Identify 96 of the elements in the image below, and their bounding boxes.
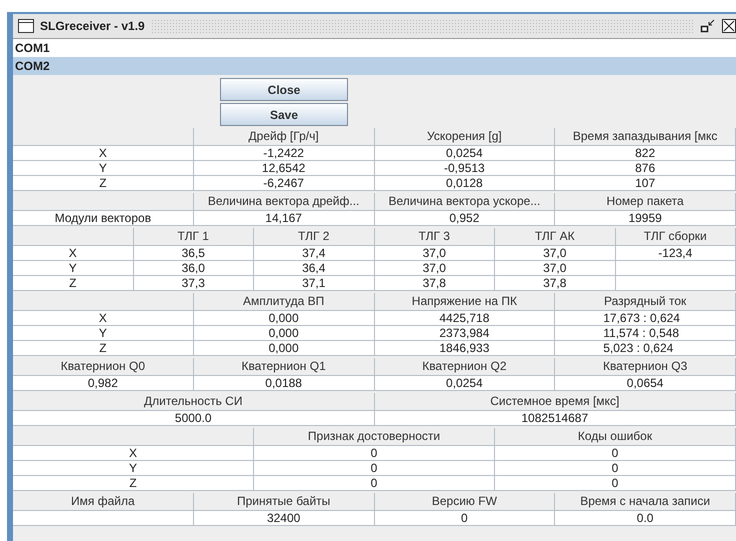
column-header: Напряжение на ПК <box>374 293 556 311</box>
table-cell: 0,000 <box>194 341 374 356</box>
table-cell: 0 <box>374 511 556 526</box>
column-header: Величина вектора дрейф... <box>194 193 374 211</box>
table-cell: 37,8 <box>495 276 616 291</box>
table-cell: 11,574 : 0,548 <box>555 326 736 341</box>
table-cell: 0,000 <box>194 311 374 326</box>
window-icon <box>18 19 34 33</box>
table-cell: Z <box>13 341 194 356</box>
column-header: Версию FW <box>374 493 556 511</box>
column-header: Длительность СИ <box>13 393 374 411</box>
column-header: Разрядный ток <box>555 293 736 311</box>
table-cell: 0 <box>495 461 736 476</box>
column-header: Дрейф [Гр/ч] <box>194 128 374 146</box>
column-header: ТЛГ 3 <box>374 228 495 246</box>
port-list-item[interactable]: COM1 <box>13 39 736 57</box>
table-cell: 37,8 <box>374 276 495 291</box>
table-cell: 37,0 <box>374 261 495 276</box>
column-header: Номер пакета <box>555 193 736 211</box>
table-cell: 0.0 <box>555 511 736 526</box>
table-cell: 0,952 <box>374 211 556 226</box>
table-cell: 0,0254 <box>374 376 556 391</box>
column-header: ТЛГ АК <box>495 228 616 246</box>
table-cell: 36,4 <box>254 261 374 276</box>
column-header: Коды ошибок <box>495 428 736 446</box>
table-cell: X <box>13 246 134 261</box>
table-cell: 0,0128 <box>374 176 556 191</box>
table-cell: 0 <box>254 461 495 476</box>
table-cell: 2373,984 <box>374 326 556 341</box>
close-icon[interactable] <box>722 19 736 33</box>
table-cell: 0 <box>254 476 495 491</box>
action-button[interactable]: Save <box>220 103 348 126</box>
column-header: Кватернион Q2 <box>374 358 556 376</box>
table-cell: 37,0 <box>374 246 495 261</box>
table-cell: 37,1 <box>254 276 374 291</box>
column-header: ТЛГ 1 <box>134 228 254 246</box>
table-cell: -123,4 <box>616 246 736 261</box>
column-header: Признак достоверности <box>254 428 495 446</box>
table-cell: 0,000 <box>194 326 374 341</box>
table-cell: Z <box>13 476 254 491</box>
table-cell: 1846,933 <box>374 341 556 356</box>
table-cell: X <box>13 311 194 326</box>
table-cell: 0 <box>495 446 736 461</box>
table-cell: 36,5 <box>134 246 254 261</box>
table-cell: 17,673 : 0,624 <box>555 311 736 326</box>
table-cell: 876 <box>555 161 736 176</box>
action-button[interactable]: Close <box>220 78 348 101</box>
column-header: Имя файла <box>13 493 194 511</box>
table-cell: 36,0 <box>134 261 254 276</box>
column-header: ТЛГ сборки <box>616 228 736 246</box>
table-cell: 37,3 <box>134 276 254 291</box>
table-cell: X <box>13 446 254 461</box>
table-cell: -6,2467 <box>194 176 374 191</box>
table-cell: 37,0 <box>495 246 616 261</box>
column-header: Время с начала записи <box>555 493 736 511</box>
table-cell: 12,6542 <box>194 161 374 176</box>
table-cell: 0,0188 <box>194 376 374 391</box>
table-cell: 0 <box>495 476 736 491</box>
column-header: Кватернион Q1 <box>194 358 374 376</box>
column-header: ТЛГ 2 <box>254 228 374 246</box>
table-cell: -0,9513 <box>374 161 556 176</box>
table-cell: Y <box>13 326 194 341</box>
column-header: Время запаздывания [мкс <box>555 128 736 146</box>
column-header: Кватернион Q0 <box>13 358 194 376</box>
table-cell: 32400 <box>194 511 374 526</box>
table-cell: Y <box>13 261 134 276</box>
table-cell: 822 <box>555 146 736 161</box>
table-cell: Модули векторов <box>13 211 194 226</box>
table-cell: Z <box>13 176 194 191</box>
table-cell: 107 <box>555 176 736 191</box>
table-cell: 4425,718 <box>374 311 556 326</box>
table-cell: 37,4 <box>254 246 374 261</box>
table-cell: 0,0254 <box>374 146 556 161</box>
table-cell: 19959 <box>555 211 736 226</box>
restore-icon[interactable] <box>700 19 716 33</box>
column-header: Кватернион Q3 <box>555 358 736 376</box>
table-cell: 0 <box>254 446 495 461</box>
column-header: Системное время [мкс] <box>374 393 736 411</box>
column-header: Величина вектора ускоре... <box>374 193 556 211</box>
port-list-item[interactable]: COM2 <box>13 57 736 75</box>
column-header: Принятые байты <box>194 493 374 511</box>
table-cell: -1,2422 <box>194 146 374 161</box>
table-cell: 5000.0 <box>13 411 374 426</box>
table-cell: Y <box>13 161 194 176</box>
table-cell: 5,023 : 0,624 <box>555 341 736 356</box>
table-cell: Z <box>13 276 134 291</box>
table-cell: 0,0654 <box>555 376 736 391</box>
table-cell: 37,0 <box>495 261 616 276</box>
column-header: Амплитуда ВП <box>194 293 374 311</box>
table-cell: Y <box>13 461 254 476</box>
column-header: Ускорения [g] <box>374 128 556 146</box>
table-cell: 14,167 <box>194 211 374 226</box>
table-cell: 1082514687 <box>374 411 736 426</box>
window-title: SLGreceiver - v1.9 <box>40 19 145 33</box>
table-cell: 0,982 <box>13 376 194 391</box>
table-cell: X <box>13 146 194 161</box>
